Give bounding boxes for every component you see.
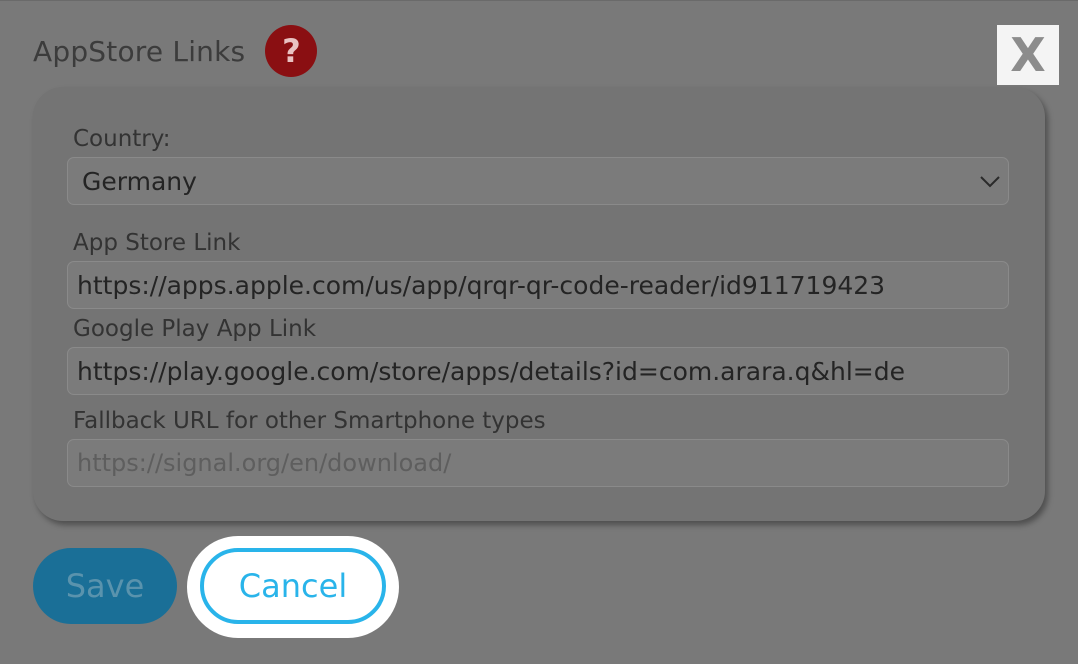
cancel-button[interactable]: Cancel <box>200 548 386 624</box>
fallback-url-input[interactable]: https://signal.org/en/download/ <box>67 439 1009 487</box>
app-store-link-value: https://apps.apple.com/us/app/qrqr-qr-co… <box>77 270 886 300</box>
close-icon: X <box>1010 28 1046 82</box>
dialog-header: AppStore Links ? <box>33 23 318 79</box>
form-panel: Country: Germany App Store Link https://… <box>33 87 1045 521</box>
save-button[interactable]: Save <box>33 548 177 624</box>
appstore-links-dialog: AppStore Links ? X Country: Germany App … <box>0 0 1078 664</box>
google-play-link-label: Google Play App Link <box>73 316 317 342</box>
dialog-title: AppStore Links <box>33 34 246 68</box>
google-play-link-value: https://play.google.com/store/apps/detai… <box>77 356 905 386</box>
app-store-link-label: App Store Link <box>73 230 241 256</box>
country-select[interactable]: Germany <box>67 157 1009 205</box>
country-select-value: Germany <box>82 166 197 196</box>
fallback-url-label: Fallback URL for other Smartphone types <box>73 408 546 434</box>
close-button[interactable]: X <box>997 25 1059 85</box>
google-play-link-input[interactable]: https://play.google.com/store/apps/detai… <box>67 347 1009 395</box>
help-icon[interactable]: ? <box>265 25 318 77</box>
app-store-link-input[interactable]: https://apps.apple.com/us/app/qrqr-qr-co… <box>67 261 1009 309</box>
country-label: Country: <box>73 126 171 152</box>
fallback-url-placeholder: https://signal.org/en/download/ <box>77 449 452 477</box>
chevron-down-icon <box>980 176 1000 188</box>
